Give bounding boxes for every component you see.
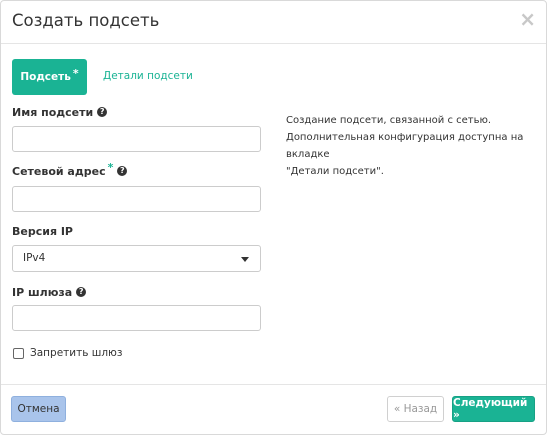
network-address-label-text: Сетевой адрес bbox=[12, 165, 106, 178]
tab-subnet-label: Подсеть bbox=[20, 71, 71, 83]
dialog-header: Создать подсеть × bbox=[1, 1, 546, 44]
disable-gateway-label[interactable]: Запретить шлюз bbox=[30, 347, 122, 359]
caret-down-icon bbox=[241, 257, 249, 262]
gateway-ip-label: IP шлюза? bbox=[12, 286, 87, 299]
back-button[interactable]: « Назад bbox=[387, 396, 444, 422]
create-subnet-dialog: Создать подсеть × Подсеть * Детали подсе… bbox=[0, 0, 547, 435]
gateway-ip-label-text: IP шлюза bbox=[12, 286, 73, 299]
close-icon[interactable]: × bbox=[519, 7, 536, 31]
help-question-icon[interactable]: ? bbox=[76, 287, 87, 297]
tab-subnet[interactable]: Подсеть * bbox=[12, 59, 87, 95]
subnet-name-label-text: Имя подсети bbox=[12, 106, 94, 119]
dialog-title: Создать подсеть bbox=[12, 11, 160, 30]
help-question-icon[interactable]: ? bbox=[117, 166, 128, 176]
help-text-line: "Детали подсети". bbox=[286, 166, 384, 177]
help-text-line: Дополнительная конфигурация доступна на … bbox=[286, 132, 524, 160]
subnet-name-input[interactable] bbox=[12, 126, 261, 152]
disable-gateway-checkbox[interactable] bbox=[13, 348, 24, 359]
ip-version-label: Версия IP bbox=[12, 225, 73, 238]
next-button[interactable]: Следующий » bbox=[452, 396, 535, 422]
network-address-label: Сетевой адрес *? bbox=[12, 161, 128, 178]
subnet-name-label: Имя подсети? bbox=[12, 106, 108, 119]
ip-version-selected: IPv4 bbox=[23, 252, 46, 264]
cancel-button[interactable]: Отмена bbox=[11, 396, 66, 422]
tab-subnet-details[interactable]: Детали подсети bbox=[103, 70, 193, 82]
required-mark: * bbox=[107, 161, 114, 174]
help-question-icon[interactable]: ? bbox=[97, 107, 108, 117]
required-mark: * bbox=[72, 66, 79, 80]
help-text-line: Создание подсети, связанной с сетью. bbox=[286, 115, 492, 126]
help-text: Создание подсети, связанной с сетью. Доп… bbox=[286, 112, 536, 180]
ip-version-select[interactable]: IPv4 bbox=[12, 245, 261, 272]
network-address-input[interactable] bbox=[12, 186, 261, 212]
gateway-ip-input[interactable] bbox=[12, 305, 261, 331]
